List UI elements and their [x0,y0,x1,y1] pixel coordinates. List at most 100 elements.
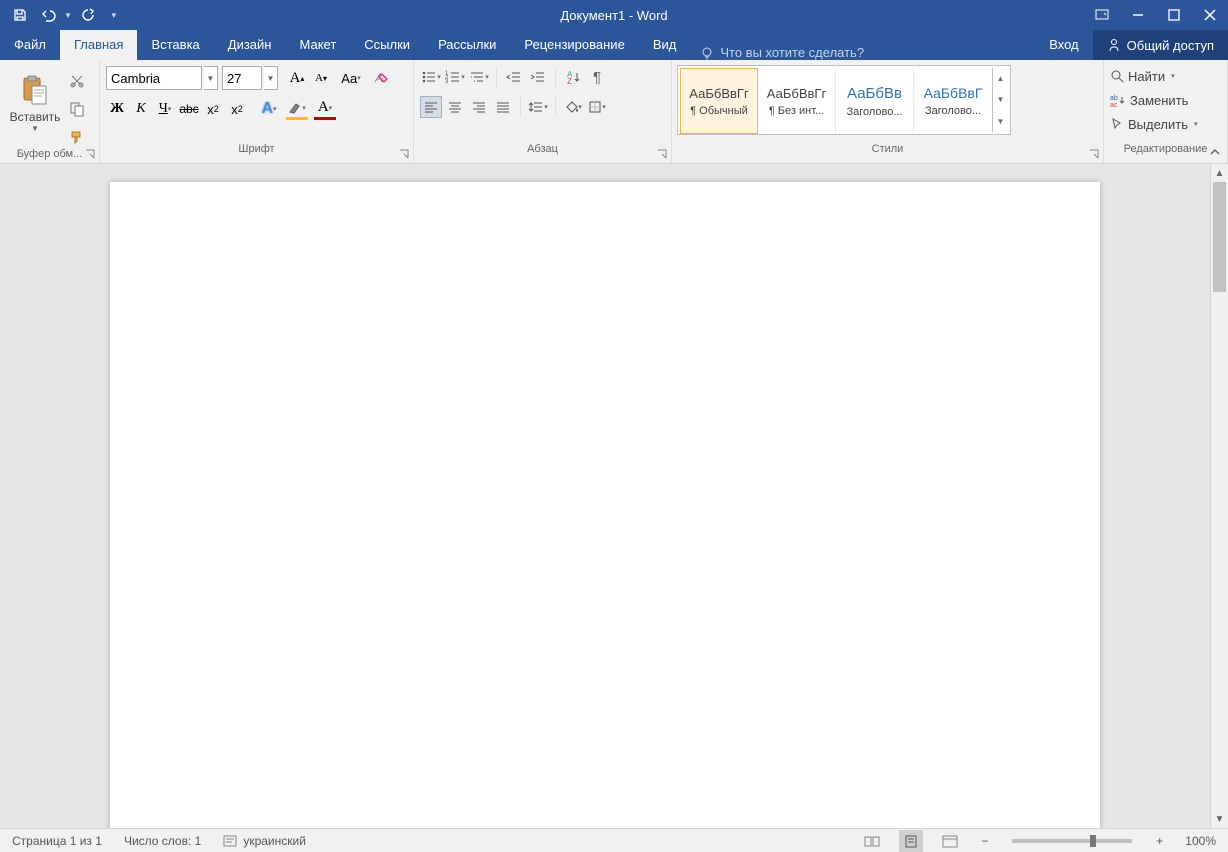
find-button[interactable]: Найти▾ [1106,64,1179,88]
paragraph-dialog-launcher[interactable] [655,147,669,161]
status-page[interactable]: Страница 1 из 1 [8,830,106,852]
change-case-button[interactable]: Aa▾ [340,67,362,89]
styles-scroll-down[interactable]: ▼ [993,89,1008,110]
align-right-button[interactable] [468,96,490,118]
status-word-count[interactable]: Число слов: 1 [120,830,205,852]
decrease-indent-button[interactable] [503,66,525,88]
redo-button[interactable] [76,3,100,27]
select-button[interactable]: Выделить▾ [1106,112,1202,136]
style-heading2[interactable]: АаБбВвГ Заголово... [914,68,992,134]
align-center-icon [448,101,462,113]
justify-icon [496,101,510,113]
ribbon-display-button[interactable] [1084,0,1120,30]
tab-home[interactable]: Главная [60,30,137,60]
clear-formatting-button[interactable]: A [370,67,392,89]
tab-layout[interactable]: Макет [285,30,350,60]
styles-scroll-up[interactable]: ▲ [993,68,1008,89]
justify-button[interactable] [492,96,514,118]
lightbulb-icon [700,46,714,60]
search-icon [1110,69,1124,83]
group-font-label: Шрифт [100,143,413,163]
bold-button[interactable]: Ж [106,98,128,120]
styles-dialog-launcher[interactable] [1087,147,1101,161]
shrink-font-button[interactable]: A▾ [310,67,332,89]
minimize-button[interactable] [1120,0,1156,30]
grow-font-button[interactable]: A▴ [286,67,308,89]
zoom-level[interactable]: 100% [1181,830,1220,852]
style-no-spacing[interactable]: АаБбВвГг ¶ Без инт... [758,68,836,134]
subscript-button[interactable]: x2 [202,98,224,120]
ribbon-tabs: Файл Главная Вставка Дизайн Макет Ссылки… [0,30,1228,60]
tab-design[interactable]: Дизайн [214,30,286,60]
strikethrough-button[interactable]: abc [178,98,200,120]
tab-view[interactable]: Вид [639,30,691,60]
multilevel-list-button[interactable]: ▾ [468,66,490,88]
increase-indent-button[interactable] [527,66,549,88]
zoom-in-button[interactable]: + [1152,830,1167,852]
maximize-button[interactable] [1156,0,1192,30]
cursor-icon [1110,117,1124,131]
undo-dropdown[interactable]: ▼ [64,11,72,20]
scroll-up-button[interactable]: ▲ [1211,164,1228,182]
scroll-track[interactable] [1211,182,1228,810]
tab-references[interactable]: Ссылки [350,30,424,60]
read-mode-button[interactable] [859,830,885,852]
document-page[interactable] [110,182,1100,828]
underline-button[interactable]: Ч▾ [154,98,176,120]
show-marks-button[interactable]: ¶ [586,66,608,88]
font-size-input[interactable] [222,66,262,90]
replace-button[interactable]: abac Заменить [1106,88,1192,112]
group-clipboard-label: Буфер обм... [0,148,99,163]
line-spacing-button[interactable]: ▾ [527,96,549,118]
scroll-thumb[interactable] [1213,182,1226,292]
tab-insert[interactable]: Вставка [137,30,213,60]
zoom-slider-thumb[interactable] [1090,835,1096,847]
style-normal[interactable]: АаБбВвГг ¶ Обычный [680,68,758,134]
copy-icon [69,101,85,117]
undo-button[interactable] [36,3,60,27]
collapse-ribbon-button[interactable] [1206,143,1224,161]
share-button[interactable]: Общий доступ [1093,30,1228,60]
quick-access-toolbar: ▼ ▼ [0,3,118,27]
document-area[interactable] [0,164,1210,828]
align-center-button[interactable] [444,96,466,118]
vertical-scrollbar[interactable]: ▲ ▼ [1210,164,1228,828]
font-dialog-launcher[interactable] [397,147,411,161]
font-color-button[interactable]: A▾ [314,98,336,120]
sort-button[interactable]: AZ [562,66,584,88]
highlight-button[interactable]: ▾ [286,98,308,120]
zoom-out-button[interactable]: − [977,830,992,852]
borders-button[interactable]: ▾ [586,96,608,118]
font-name-input[interactable] [106,66,202,90]
numbering-button[interactable]: 123▾ [444,66,466,88]
style-heading1[interactable]: АаБбВв Заголово... [836,68,914,134]
web-layout-button[interactable] [937,830,963,852]
tab-file[interactable]: Файл [0,30,60,60]
align-left-button[interactable] [420,96,442,118]
shading-button[interactable]: ▾ [562,96,584,118]
tell-me-search[interactable]: Что вы хотите сделать? [690,45,874,60]
bullets-button[interactable]: ▾ [420,66,442,88]
qat-customize[interactable]: ▼ [110,11,118,20]
close-button[interactable] [1192,0,1228,30]
italic-button[interactable]: К [130,98,152,120]
paste-button[interactable]: Вставить ▼ [6,64,64,142]
print-layout-button[interactable] [899,830,923,852]
save-button[interactable] [8,3,32,27]
scroll-down-button[interactable]: ▼ [1211,810,1228,828]
tab-mailings[interactable]: Рассылки [424,30,510,60]
clipboard-dialog-launcher[interactable] [83,147,97,161]
tab-review[interactable]: Рецензирование [510,30,638,60]
font-size-dropdown[interactable]: ▼ [264,66,278,90]
styles-expand[interactable]: ▼ [993,111,1008,132]
indent-icon [530,70,546,84]
cut-button[interactable] [66,70,88,92]
signin-button[interactable]: Вход [1035,30,1092,60]
zoom-slider[interactable] [1012,839,1132,843]
superscript-button[interactable]: x2 [226,98,248,120]
format-painter-button[interactable] [66,126,88,148]
copy-button[interactable] [66,98,88,120]
text-effects-button[interactable]: A▾ [258,98,280,120]
status-language[interactable]: украинский [219,830,310,852]
font-name-dropdown[interactable]: ▼ [204,66,218,90]
